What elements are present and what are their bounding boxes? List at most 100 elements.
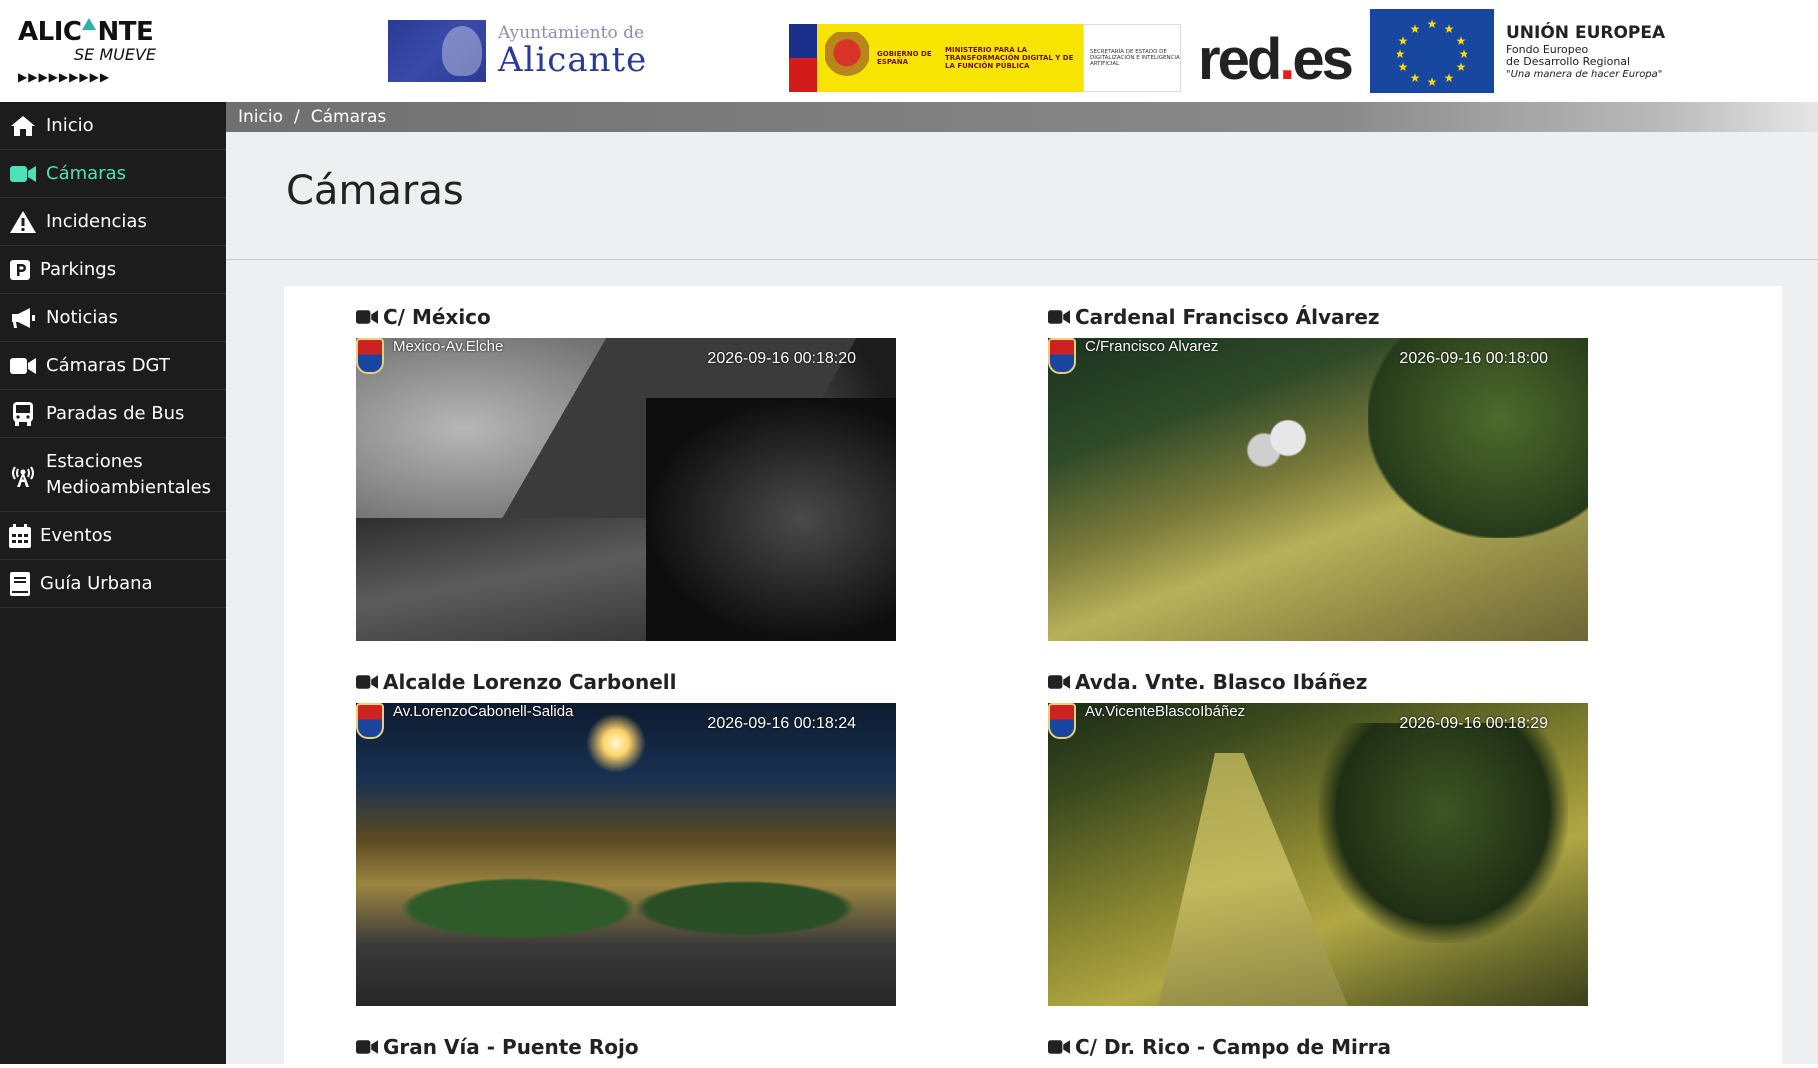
camera-title-text: Avda. Vnte. Blasco Ibáñez: [1075, 670, 1368, 694]
sidebar-item-estaciones-medioambientales[interactable]: Estaciones Medioambientales: [0, 438, 226, 512]
sidebar-item-label: Eventos: [40, 524, 112, 546]
sidebar-item-label: Estaciones: [46, 450, 143, 472]
camera-title-text: Cardenal Francisco Álvarez: [1075, 305, 1380, 329]
svg-text:★: ★: [1459, 47, 1467, 61]
sidebar-item-eventos[interactable]: Eventos: [0, 512, 226, 560]
camera-title: Avda. Vnte. Blasco Ibáñez: [1048, 669, 1588, 695]
camera-image[interactable]: Av.VicenteBlascoIbáñez 2026-09-16 00:18:…: [1048, 703, 1588, 1006]
svg-text:★: ★: [1427, 75, 1438, 86]
camera-timestamp: 2026-09-16 00:18:20: [707, 350, 856, 367]
video-camera-icon: [9, 162, 37, 186]
ayuntamiento-logo[interactable]: Ayuntamiento de Alicante: [388, 20, 647, 82]
svg-text:★: ★: [1456, 34, 1467, 48]
camera-title: C/ Dr. Rico - Campo de Mirra: [1048, 1034, 1588, 1060]
cameras-card: C/ México Mexico-Av.Elche 2026-09-16 00:…: [284, 286, 1782, 1064]
home-icon: [9, 114, 37, 138]
megaphone-icon: [9, 306, 37, 330]
camera-item: Alcalde Lorenzo Carbonell Av.LorenzoCabo…: [356, 669, 896, 1006]
camera-overlay-name: C/Francisco Alvarez: [1085, 338, 1219, 355]
sidebar: Inicio Cámaras Incidencias Parkings Noti…: [0, 102, 226, 1064]
secretaria-text: SECRETARÍA DE ESTADO DE DIGITALIZACIÓN E…: [1083, 24, 1181, 92]
video-camera-icon: [356, 675, 378, 689]
logo-tagline: SE MUEVE: [73, 45, 156, 64]
camera-item: Cardenal Francisco Álvarez C/Francisco A…: [1048, 304, 1588, 641]
camera-timestamp: 2026-09-16 00:18:24: [707, 715, 856, 732]
sidebar-item-guia-urbana[interactable]: Guía Urbana: [0, 560, 226, 608]
broadcast-tower-icon: [9, 463, 37, 487]
alicante-se-mueve-logo[interactable]: ALIC NTE SE MUEVE ▶▶▶▶▶▶▶▶▶: [18, 18, 158, 86]
sidebar-item-camaras-dgt[interactable]: Cámaras DGT: [0, 342, 226, 390]
camera-title: Alcalde Lorenzo Carbonell: [356, 669, 896, 695]
camera-item: Gran Vía - Puente Rojo: [356, 1034, 896, 1068]
redes-dot: .: [1279, 27, 1295, 92]
svg-text:★: ★: [1456, 60, 1467, 74]
camera-image[interactable]: Av.LorenzoCabonell-Salida 2026-09-16 00:…: [356, 703, 896, 1006]
eu-line3: "Una manera de hacer Europa": [1506, 68, 1663, 80]
svg-text:★: ★: [1444, 71, 1455, 85]
camera-title-text: Gran Vía - Puente Rojo: [383, 1035, 639, 1059]
sidebar-item-label: Guía Urbana: [40, 572, 153, 594]
breadcrumb-separator: /: [293, 107, 300, 127]
sidebar-item-label: Cámaras DGT: [46, 354, 170, 376]
svg-text:★: ★: [1398, 60, 1409, 74]
logo-text: ALIC: [18, 17, 82, 47]
breadcrumb-home-link[interactable]: Inicio: [238, 107, 283, 127]
sidebar-item-paradas-bus[interactable]: Paradas de Bus: [0, 390, 226, 438]
redes-text: es: [1292, 27, 1353, 92]
sidebar-item-inicio[interactable]: Inicio: [0, 102, 226, 150]
sidebar-item-label: Inicio: [46, 114, 94, 136]
sidebar-item-incidencias[interactable]: Incidencias: [0, 198, 226, 246]
city-shield-icon: [356, 703, 384, 739]
sidebar-item-camaras[interactable]: Cámaras: [0, 150, 226, 198]
camera-item: C/ México Mexico-Av.Elche 2026-09-16 00:…: [356, 304, 896, 641]
book-icon: [9, 571, 31, 596]
svg-text:★: ★: [1398, 34, 1409, 48]
sidebar-item-label: Cámaras: [46, 162, 126, 184]
title-area: Cámaras: [226, 132, 1818, 260]
calendar-icon: [9, 523, 31, 548]
sidebar-item-parkings[interactable]: Parkings: [0, 246, 226, 294]
camera-image[interactable]: C/Francisco Alvarez 2026-09-16 00:18:00: [1048, 338, 1588, 641]
camera-title: C/ México: [356, 304, 896, 330]
sidebar-item-label: Medioambientales: [46, 476, 212, 498]
camera-overlay-name: Mexico-Av.Elche: [393, 338, 504, 355]
video-camera-icon: [1048, 1040, 1070, 1054]
parking-icon: [9, 258, 31, 282]
video-camera-icon: [356, 1040, 378, 1054]
camera-title: Gran Vía - Puente Rojo: [356, 1034, 896, 1060]
sidebar-item-noticias[interactable]: Noticias: [0, 294, 226, 342]
svg-text:★: ★: [1427, 17, 1438, 31]
eu-flag-icon: ★ ★ ★ ★ ★ ★ ★ ★ ★ ★ ★ ★: [1370, 9, 1494, 93]
camera-overlay-name: Av.LorenzoCabonell-Salida: [393, 703, 574, 720]
logo-arrows: ▶▶▶▶▶▶▶▶▶: [18, 70, 111, 84]
ayuntamiento-line2: Alicante: [498, 40, 648, 80]
eu-title: UNIÓN EUROPEA: [1506, 22, 1666, 43]
city-shield-icon: [356, 338, 384, 374]
video-camera-icon: [1048, 310, 1070, 324]
camera-overlay-name: Av.VicenteBlascoIbáñez: [1085, 703, 1246, 720]
warning-icon: [9, 210, 37, 234]
svg-text:★: ★: [1410, 22, 1421, 36]
camera-item: C/ Dr. Rico - Campo de Mirra: [1048, 1034, 1588, 1068]
logo-triangle-icon: [82, 18, 97, 30]
video-camera-icon: [9, 354, 37, 378]
gobierno-text: GOBIERNO DE ESPAÑA: [877, 50, 932, 66]
redes-text: red: [1198, 27, 1282, 92]
camera-image[interactable]: Mexico-Av.Elche 2026-09-16 00:18:20: [356, 338, 896, 641]
breadcrumb: Inicio / Cámaras: [226, 102, 1818, 132]
sidebar-item-label: Noticias: [46, 306, 118, 328]
header: ALIC NTE SE MUEVE ▶▶▶▶▶▶▶▶▶ Ayuntamiento …: [0, 0, 1818, 102]
ministerio-text: MINISTERIO PARA LA TRANSFORMACIÓN DIGITA…: [945, 46, 1074, 70]
camera-timestamp: 2026-09-16 00:18:29: [1399, 715, 1548, 732]
page-title: Cámaras: [286, 168, 464, 214]
gobierno-logo: GOBIERNO DE ESPAÑA MINISTERIO PARA LA TR…: [789, 24, 1181, 92]
city-shield-icon: [1048, 703, 1076, 739]
sidebar-item-label: Incidencias: [46, 210, 147, 232]
camera-title: Cardenal Francisco Álvarez: [1048, 304, 1588, 330]
camera-title-text: C/ México: [383, 305, 491, 329]
redes-logo: red.es: [1198, 27, 1354, 92]
ayuntamiento-seal-icon: [388, 20, 486, 82]
svg-text:★: ★: [1397, 47, 1405, 61]
svg-text:★: ★: [1444, 22, 1455, 36]
camera-item: Avda. Vnte. Blasco Ibáñez Av.VicenteBlas…: [1048, 669, 1588, 1006]
